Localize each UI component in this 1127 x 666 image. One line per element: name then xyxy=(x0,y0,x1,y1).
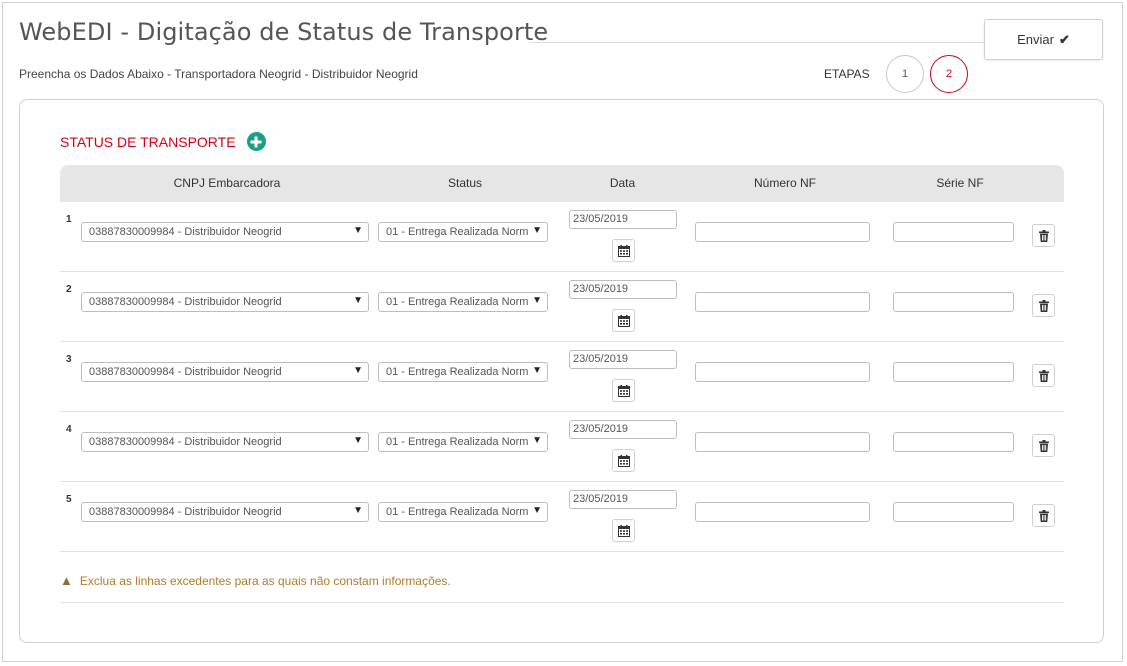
section-title: STATUS DE TRANSPORTE xyxy=(60,132,266,151)
table-row: 3 03887830009984 - Distribuidor Neogrid … xyxy=(60,342,1064,412)
calendar-icon xyxy=(617,454,630,467)
page-subtitle: Preencha os Dados Abaixo - Transportador… xyxy=(19,67,418,81)
caret-down-icon: ▼ xyxy=(353,295,363,306)
cnpj-select[interactable]: 03887830009984 - Distribuidor Neogrid ▼ xyxy=(81,432,369,452)
calendar-icon xyxy=(617,314,630,327)
cnpj-select[interactable]: 03887830009984 - Distribuidor Neogrid ▼ xyxy=(81,222,369,242)
calendar-button[interactable] xyxy=(612,239,635,262)
nf-series-input[interactable] xyxy=(893,502,1014,522)
row-number: 5 xyxy=(66,494,72,505)
delete-row-button[interactable] xyxy=(1032,504,1055,527)
warning-message: ▲ Exclua as linhas excedentes para as qu… xyxy=(60,573,451,588)
calendar-icon xyxy=(617,384,630,397)
column-header-nf-number: Número NF xyxy=(753,176,816,190)
row-number: 3 xyxy=(66,354,72,365)
check-icon: ✔ xyxy=(1058,31,1070,47)
cnpj-select-value: 03887830009984 - Distribuidor Neogrid xyxy=(89,506,282,518)
status-select-value: 01 - Entrega Realizada Norm xyxy=(386,226,529,238)
table-row: 5 03887830009984 - Distribuidor Neogrid … xyxy=(60,482,1064,552)
caret-down-icon: ▼ xyxy=(353,225,363,236)
trash-icon xyxy=(1038,369,1049,382)
send-button[interactable]: Enviar ✔ xyxy=(984,19,1103,60)
step-1[interactable]: 1 xyxy=(886,55,924,93)
warning-icon: ▲ xyxy=(60,573,73,588)
transport-status-panel: STATUS DE TRANSPORTE CNPJ Embarcadora St… xyxy=(19,99,1104,643)
caret-down-icon: ▼ xyxy=(532,505,542,516)
status-select[interactable]: 01 - Entrega Realizada Norm ▼ xyxy=(378,432,548,452)
nf-number-input[interactable] xyxy=(695,432,870,452)
cnpj-select-value: 03887830009984 - Distribuidor Neogrid xyxy=(89,436,282,448)
warning-divider xyxy=(60,602,1064,603)
nf-number-input[interactable] xyxy=(695,362,870,382)
delete-row-button[interactable] xyxy=(1032,364,1055,387)
status-select[interactable]: 01 - Entrega Realizada Norm ▼ xyxy=(378,222,548,242)
cnpj-select[interactable]: 03887830009984 - Distribuidor Neogrid ▼ xyxy=(81,362,369,382)
page-title: WebEDI - Digitação de Status de Transpor… xyxy=(19,18,549,46)
table-row: 4 03887830009984 - Distribuidor Neogrid … xyxy=(60,412,1064,482)
trash-icon xyxy=(1038,509,1049,522)
cnpj-select[interactable]: 03887830009984 - Distribuidor Neogrid ▼ xyxy=(81,292,369,312)
calendar-button[interactable] xyxy=(612,449,635,472)
nf-series-input[interactable] xyxy=(893,222,1014,242)
caret-down-icon: ▼ xyxy=(532,365,542,376)
date-input[interactable]: 23/05/2019 xyxy=(569,350,677,369)
column-header-cnpj: CNPJ Embarcadora xyxy=(173,176,281,190)
nf-number-input[interactable] xyxy=(695,222,870,242)
cnpj-select[interactable]: 03887830009984 - Distribuidor Neogrid ▼ xyxy=(81,502,369,522)
calendar-button[interactable] xyxy=(612,519,635,542)
send-button-label: Enviar xyxy=(1017,32,1054,47)
date-input[interactable]: 23/05/2019 xyxy=(569,210,677,229)
trash-icon xyxy=(1038,439,1049,452)
section-title-text: STATUS DE TRANSPORTE xyxy=(60,133,236,150)
status-select[interactable]: 01 - Entrega Realizada Norm ▼ xyxy=(378,292,548,312)
cnpj-select-value: 03887830009984 - Distribuidor Neogrid xyxy=(89,226,282,238)
delete-row-button[interactable] xyxy=(1032,434,1055,457)
cnpj-select-value: 03887830009984 - Distribuidor Neogrid xyxy=(89,366,282,378)
column-header-nf-series: Série NF xyxy=(936,176,984,190)
caret-down-icon: ▼ xyxy=(532,225,542,236)
row-number: 2 xyxy=(66,284,72,295)
step-2-active[interactable]: 2 xyxy=(930,55,968,93)
status-select-value: 01 - Entrega Realizada Norm xyxy=(386,366,529,378)
status-select[interactable]: 01 - Entrega Realizada Norm ▼ xyxy=(378,502,548,522)
title-divider xyxy=(530,42,984,43)
caret-down-icon: ▼ xyxy=(532,295,542,306)
date-input[interactable]: 23/05/2019 xyxy=(569,420,677,439)
date-input[interactable]: 23/05/2019 xyxy=(569,280,677,299)
calendar-icon xyxy=(617,244,630,257)
caret-down-icon: ▼ xyxy=(353,435,363,446)
nf-series-input[interactable] xyxy=(893,292,1014,312)
trash-icon xyxy=(1038,229,1049,242)
caret-down-icon: ▼ xyxy=(353,505,363,516)
nf-series-input[interactable] xyxy=(893,432,1014,452)
calendar-button[interactable] xyxy=(612,309,635,332)
date-input[interactable]: 23/05/2019 xyxy=(569,490,677,509)
delete-row-button[interactable] xyxy=(1032,224,1055,247)
status-select-value: 01 - Entrega Realizada Norm xyxy=(386,506,529,518)
table-row: 1 03887830009984 - Distribuidor Neogrid … xyxy=(60,202,1064,272)
status-select-value: 01 - Entrega Realizada Norm xyxy=(386,296,529,308)
table-row: 2 03887830009984 - Distribuidor Neogrid … xyxy=(60,272,1064,342)
row-number: 4 xyxy=(66,424,72,435)
nf-number-input[interactable] xyxy=(695,502,870,522)
steps-label: ETAPAS xyxy=(824,67,870,81)
column-header-status: Status xyxy=(447,176,483,190)
nf-number-input[interactable] xyxy=(695,292,870,312)
calendar-icon xyxy=(617,524,630,537)
status-select[interactable]: 01 - Entrega Realizada Norm ▼ xyxy=(378,362,548,382)
caret-down-icon: ▼ xyxy=(353,365,363,376)
nf-series-input[interactable] xyxy=(893,362,1014,382)
calendar-button[interactable] xyxy=(612,379,635,402)
plus-circle-icon[interactable] xyxy=(246,132,266,151)
status-select-value: 01 - Entrega Realizada Norm xyxy=(386,436,529,448)
trash-icon xyxy=(1038,299,1049,312)
row-number: 1 xyxy=(66,214,72,225)
warning-text: Exclua as linhas excedentes para as quai… xyxy=(79,573,451,588)
cnpj-select-value: 03887830009984 - Distribuidor Neogrid xyxy=(89,296,282,308)
column-header-date: Data xyxy=(609,176,636,190)
caret-down-icon: ▼ xyxy=(532,435,542,446)
table-header: CNPJ Embarcadora Status Data Número NF S… xyxy=(60,165,1064,202)
delete-row-button[interactable] xyxy=(1032,294,1055,317)
